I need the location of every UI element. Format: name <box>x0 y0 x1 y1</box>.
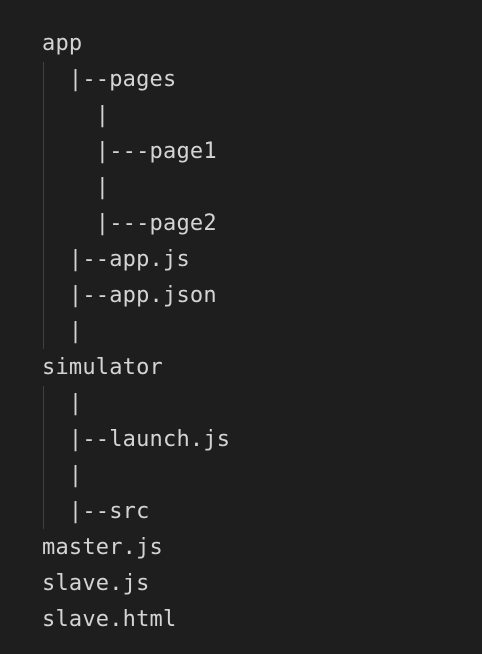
code-line: | <box>42 391 83 416</box>
code-line: slave.html <box>42 607 177 632</box>
code-line: |---page2 <box>42 211 217 236</box>
code-line: | <box>42 463 83 488</box>
code-line: master.js <box>42 535 164 560</box>
code-line: | <box>42 103 110 128</box>
code-line: |--pages <box>42 67 177 92</box>
code-line: slave.js <box>42 571 150 596</box>
code-line: |---page1 <box>42 139 217 164</box>
code-line: |--app.js <box>42 247 190 272</box>
code-line: |--app.json <box>42 283 217 308</box>
code-line: |--src <box>42 499 150 524</box>
code-line: |--launch.js <box>42 427 231 452</box>
code-line: app <box>42 31 83 56</box>
code-block: app |--pages | |---page1 | |---page2 |--… <box>0 0 482 654</box>
code-line: | <box>42 319 83 344</box>
code-line: | <box>42 175 110 200</box>
code-line: simulator <box>42 355 164 380</box>
